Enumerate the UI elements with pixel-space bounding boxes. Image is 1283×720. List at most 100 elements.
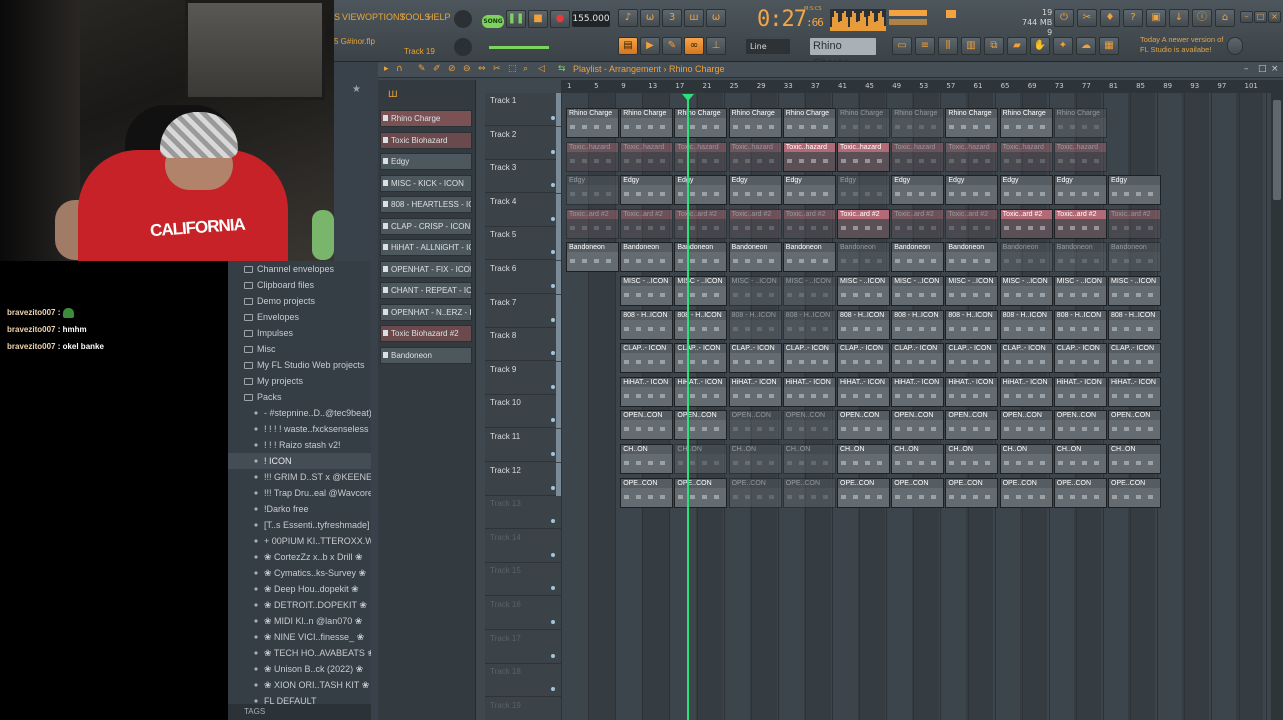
stem-icon[interactable]: ✦ — [1053, 37, 1073, 55]
pattern-item[interactable]: OPENHAT - N..ERZ - ICON — [380, 303, 472, 321]
track-header[interactable]: Track 15 — [485, 563, 561, 597]
news-panel[interactable]: Today A newer version of FL Studio is av… — [1140, 35, 1223, 55]
pattern-item[interactable]: MISC - KICK - ICON — [380, 174, 472, 192]
playlist-clip[interactable]: Toxic..ard #2 — [999, 208, 1053, 239]
pat-song-toggle[interactable]: SONG — [482, 15, 504, 28]
track-header[interactable]: Track 16 — [485, 597, 561, 630]
track-header[interactable]: Track 5 — [485, 227, 563, 261]
playlist-clip[interactable]: Bandoneon — [945, 242, 999, 273]
playlist-clip[interactable]: Toxic..hazard — [728, 141, 782, 172]
playlist-clip[interactable]: MISC - ..ICON — [999, 276, 1053, 306]
browser-item[interactable]: !Darko free — [228, 501, 371, 517]
maximize-icon[interactable]: □ — [1258, 64, 1267, 74]
track-led[interactable] — [551, 351, 555, 356]
draw-icon[interactable]: ✎ — [418, 64, 426, 74]
playlist-clip[interactable]: CLAP..- ICON — [782, 343, 836, 374]
playlist-clip[interactable]: Edgy — [566, 175, 619, 206]
playlist-clip[interactable]: MISC - ..ICON — [1053, 276, 1107, 306]
playlist-clip[interactable]: 808 - H..ICON — [999, 309, 1053, 340]
playlist-grid[interactable]: Rhino Charge Rhino Charge Rhino Charge Rhin… — [561, 93, 1271, 720]
render-icon[interactable]: ↓ — [1169, 9, 1189, 27]
account-icon[interactable]: ⌂ — [1215, 9, 1235, 27]
playlist-clip[interactable]: Toxic..ard #2 — [782, 208, 836, 239]
track-header[interactable]: Track 18 — [485, 664, 561, 698]
playlist-clip[interactable]: MISC - ..ICON — [620, 276, 674, 306]
playlist-clip[interactable]: CH..ON — [728, 444, 782, 474]
playlist-clip[interactable]: MISC - ..ICON — [945, 276, 999, 306]
browser-item[interactable]: My projects — [228, 373, 371, 389]
playlist-clip[interactable]: OPEN..CON — [891, 410, 945, 441]
playlist-clip[interactable]: OPE..CON — [620, 477, 674, 508]
playlist-clip[interactable]: 808 - H..ICON — [1053, 309, 1107, 340]
playlist-clip[interactable]: 808 - H..ICON — [674, 309, 728, 340]
scrollbar-thumb[interactable] — [1273, 100, 1281, 200]
playlist-clip[interactable]: CH..ON — [1053, 444, 1107, 474]
browser-item[interactable]: Envelopes — [228, 309, 371, 325]
playlist-clip[interactable]: Edgy — [728, 175, 782, 206]
playlist-clip[interactable]: Rhino Charge — [945, 108, 999, 138]
slice-icon[interactable]: ✂ — [493, 64, 501, 74]
browser-item[interactable]: ! ! ! ! waste..fxcksenseless — [228, 421, 371, 437]
playlist-clip[interactable]: HiHAT..- ICON — [999, 376, 1053, 407]
snap-select[interactable]: Line — [746, 39, 790, 54]
playlist-clip[interactable]: OPEN..CON — [945, 410, 999, 441]
playlist-clip[interactable]: Toxic..ard #2 — [728, 208, 782, 239]
playlist-clip[interactable]: OPE..CON — [837, 477, 890, 508]
track-led[interactable] — [551, 384, 555, 389]
playlist-clip[interactable]: 808 - H..ICON — [620, 309, 674, 340]
playlist-clip[interactable]: 808 - H..ICON — [891, 309, 945, 340]
playlist-clip[interactable]: Edgy — [1053, 175, 1107, 206]
playlist-clip[interactable]: CH..ON — [945, 444, 999, 474]
track-led[interactable] — [551, 687, 555, 692]
pattern-item[interactable]: Edgy — [380, 153, 472, 170]
playlist-clip[interactable]: 808 - H..ICON — [782, 309, 836, 340]
pattern-item[interactable]: Toxic Biohazard — [380, 131, 472, 149]
scissors-icon[interactable]: ✂ — [1077, 9, 1097, 27]
playlist-clip[interactable]: CH..ON — [674, 444, 728, 474]
timeline-ruler[interactable]: 1 5 9 13 17 21 25 29 33 37 41 45 49 53 57 61 65 69 73 77 81 8… — [561, 80, 1271, 93]
browser-item[interactable]: Channel envelopes — [228, 261, 371, 277]
browser-item[interactable]: ❀ MIDI Kl..n @lan070 ❀ — [228, 613, 371, 629]
browser-item[interactable]: Demo projects — [228, 293, 371, 309]
playlist-clip[interactable]: 808 - H..ICON — [945, 309, 999, 340]
playlist-clip[interactable]: Edgy — [837, 175, 890, 206]
playlist-clip[interactable]: MISC - ..ICON — [1108, 276, 1161, 306]
playlist-swap-icon[interactable]: ⇆ — [558, 64, 566, 74]
playlist-clip[interactable]: Bandoneon — [620, 242, 674, 273]
track-header[interactable]: Track 2 — [485, 126, 563, 160]
track-led[interactable] — [551, 183, 555, 188]
playlist-clip[interactable]: Toxic..hazard — [566, 141, 619, 172]
playlist-clip[interactable]: 808 - H..ICON — [1108, 309, 1161, 340]
playlist-clip[interactable]: MISC - ..ICON — [837, 276, 890, 306]
playlist-clip[interactable]: OPEN..CON — [837, 410, 890, 441]
playlist-clip[interactable]: Toxic..ard #2 — [620, 208, 674, 239]
playlist-clip[interactable]: OPE..CON — [728, 477, 782, 508]
playlist-clip[interactable]: Edgy — [620, 175, 674, 206]
track-header[interactable]: Track 9 — [485, 361, 563, 395]
playlist-clip[interactable]: Toxic..hazard — [891, 141, 945, 172]
track-led[interactable] — [551, 653, 555, 658]
playlist-clip[interactable]: OPEN..CON — [1108, 410, 1161, 441]
menu-file-partial[interactable]: S — [334, 12, 340, 22]
playlist-clip[interactable]: CLAP..- ICON — [945, 343, 999, 374]
playlist-clip[interactable]: CH..ON — [782, 444, 836, 474]
playlist-clip[interactable]: Toxic..hazard — [945, 141, 999, 172]
browser-item[interactable]: ❀ DETROIT..DOPEKIT ❀ — [228, 597, 371, 613]
track-led[interactable] — [551, 116, 555, 120]
playlist-clip[interactable]: HiHAT..- ICON — [891, 376, 945, 407]
microphone-icon[interactable]: ♦ — [1100, 9, 1120, 27]
step-edit-icon[interactable]: ш — [684, 9, 704, 27]
pattern-item[interactable]: Toxic Biohazard #2 — [380, 325, 472, 342]
playlist-clip[interactable]: 808 - H..ICON — [728, 309, 782, 340]
delete-icon[interactable]: ⊘ — [448, 64, 456, 74]
playlist-clip[interactable]: MISC - ..ICON — [891, 276, 945, 306]
track-led[interactable] — [551, 586, 555, 591]
browser-item[interactable]: ❀ TECH HO..AVABEATS ❀ — [228, 645, 371, 661]
playlist-clip[interactable]: CH..ON — [620, 444, 674, 474]
track-led[interactable] — [551, 620, 555, 624]
playlist-clip[interactable]: Toxic..ard #2 — [566, 208, 619, 239]
playlist-clip[interactable]: Edgy — [945, 175, 999, 206]
track-led[interactable] — [551, 250, 555, 255]
playlist-clip[interactable]: Toxic..ard #2 — [1053, 208, 1107, 239]
mixer-icon[interactable]: ⫼ — [938, 37, 958, 55]
